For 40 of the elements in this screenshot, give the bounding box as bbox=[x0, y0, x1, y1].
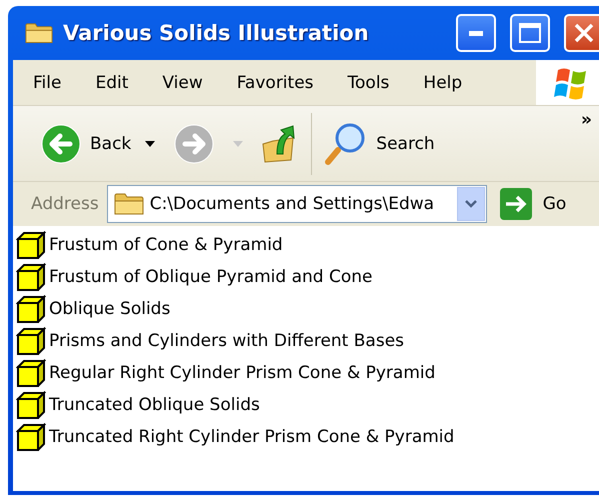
search-button[interactable]: Search bbox=[324, 122, 435, 166]
maximize-icon bbox=[519, 23, 541, 43]
list-item[interactable]: Oblique Solids bbox=[49, 299, 170, 319]
cube-icon bbox=[16, 295, 46, 323]
back-button[interactable]: Back bbox=[40, 122, 132, 164]
close-button[interactable] bbox=[564, 14, 599, 52]
menu-item[interactable]: File bbox=[13, 72, 76, 92]
address-label: Address bbox=[31, 194, 99, 214]
menu-item[interactable]: Help bbox=[403, 72, 476, 92]
list-item[interactable]: Truncated Right Cylinder Prism Cone & Pyramid bbox=[49, 427, 454, 447]
cube-icon bbox=[16, 327, 46, 355]
dropdown-button[interactable] bbox=[456, 187, 485, 221]
list-item[interactable]: Prisms and Cylinders with Different Bases bbox=[49, 331, 404, 351]
cube-icon bbox=[16, 231, 46, 259]
caret-icon bbox=[145, 140, 156, 146]
folder-icon bbox=[114, 192, 144, 216]
menu-item[interactable]: Favorites bbox=[216, 72, 328, 92]
menu-item[interactable]: Tools bbox=[328, 72, 404, 92]
go-button[interactable]: Go bbox=[494, 187, 566, 221]
cube-icon bbox=[16, 263, 46, 291]
list-item[interactable]: Truncated Oblique Solids bbox=[49, 395, 260, 415]
cube-icon bbox=[16, 423, 46, 451]
maximize-button[interactable] bbox=[510, 14, 550, 52]
folder-icon bbox=[25, 22, 53, 44]
chevron-down-icon bbox=[464, 200, 477, 208]
close-icon bbox=[573, 22, 595, 44]
folder-up-icon[interactable] bbox=[261, 124, 298, 164]
cube-icon bbox=[16, 391, 46, 419]
minimize-icon bbox=[469, 30, 483, 36]
cube-icon bbox=[16, 359, 46, 387]
menu-item[interactable]: View bbox=[142, 72, 217, 92]
window-title: Various Solids Illustration bbox=[63, 21, 370, 45]
chevron-more[interactable]: » bbox=[581, 110, 592, 130]
address-field[interactable]: C:\Documents and Settings\Edwa bbox=[106, 185, 487, 223]
caret-icon bbox=[233, 140, 244, 146]
minimize-button[interactable] bbox=[456, 14, 496, 52]
list-item[interactable]: Frustum of Cone & Pyramid bbox=[49, 235, 283, 255]
menu-item[interactable]: Edit bbox=[75, 72, 142, 92]
list-item[interactable]: Regular Right Cylinder Prism Cone & Pyramid bbox=[49, 363, 436, 383]
list-item[interactable]: Frustum of Oblique Pyramid and Cone bbox=[49, 267, 372, 287]
